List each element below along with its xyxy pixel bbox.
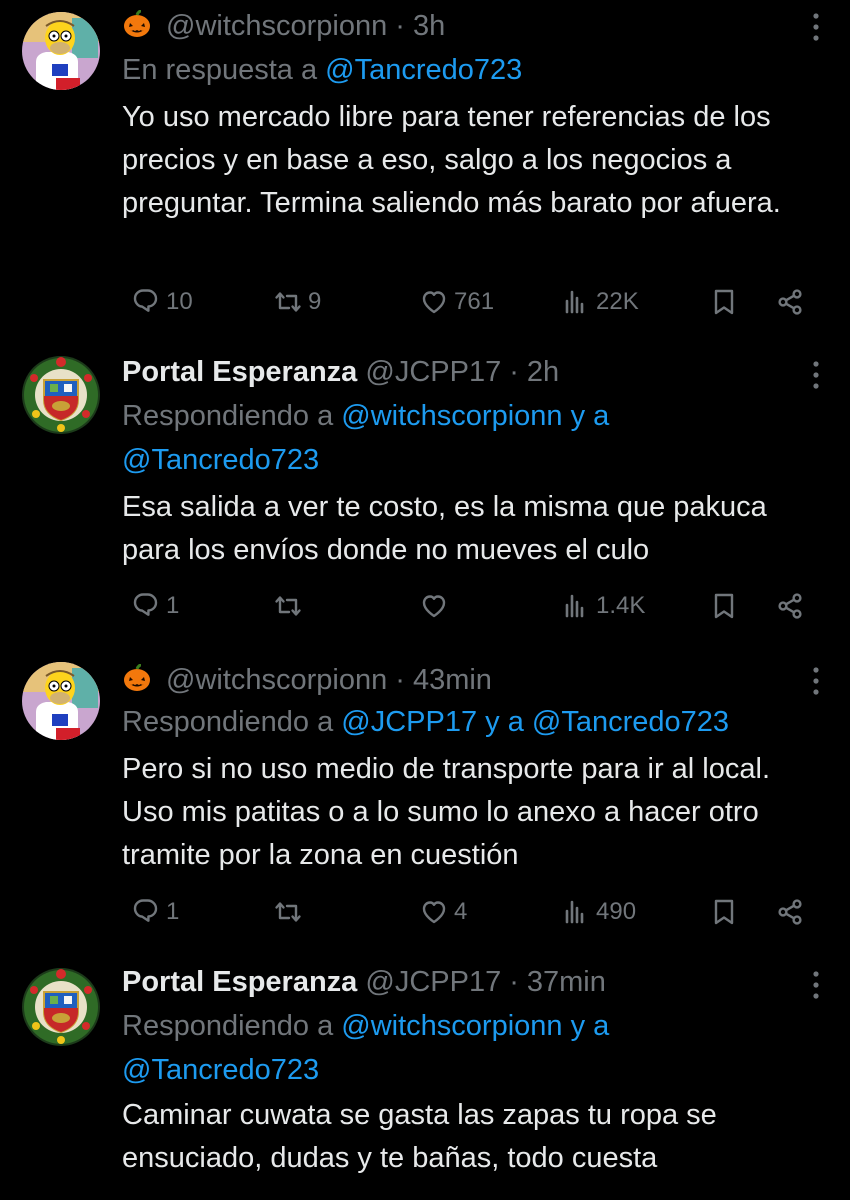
views-button[interactable]: 490 <box>560 892 636 932</box>
tweet-1[interactable]: @witchscorpionn · 3h En respuesta a @Tancr… <box>0 0 850 340</box>
bookmark-icon <box>714 899 734 925</box>
tweet-text: Pero si no uso medio de transporte para … <box>122 753 771 871</box>
tweet-header: @witchscorpionn · 43min <box>122 662 790 698</box>
reply-icon <box>133 289 158 312</box>
share-icon <box>778 593 802 619</box>
tweet-time[interactable]: 3h <box>413 10 445 42</box>
reply-prefix: Respondiendo a <box>122 400 334 432</box>
bookmark-icon <box>714 593 734 619</box>
heart-icon <box>422 291 446 314</box>
separator-dot: · <box>509 966 519 998</box>
separator-dot: · <box>395 664 405 696</box>
reply-count: 10 <box>166 288 193 315</box>
retweet-button[interactable] <box>272 586 308 626</box>
tweet-time[interactable]: 43min <box>413 664 492 696</box>
like-count: 4 <box>454 898 468 925</box>
retweet-icon <box>275 596 301 616</box>
bookmark-button[interactable] <box>708 586 740 626</box>
views-button[interactable]: 1.4K <box>560 586 645 626</box>
retweet-button[interactable] <box>272 892 308 932</box>
tweet-handle[interactable]: @JCPP17 <box>365 356 501 388</box>
reply-prefix: Respondiendo a <box>122 1010 334 1042</box>
tweet-text: Esa salida a ver te costo, es la misma q… <box>122 491 767 566</box>
reply-icon <box>133 899 158 922</box>
bookmark-button[interactable] <box>708 892 740 932</box>
like-count: 761 <box>454 288 495 315</box>
retweet-count: 9 <box>308 288 322 315</box>
tweet-header: Portal Esperanza @JCPP17 · 37min <box>122 964 790 1000</box>
bookmark-icon <box>714 289 734 315</box>
tweet-time[interactable]: 2h <box>527 356 559 388</box>
tweet-time[interactable]: 37min <box>527 966 606 998</box>
share-button[interactable] <box>774 586 806 626</box>
views-icon <box>565 900 584 924</box>
reply-context: Respondiendo a @JCPP17 y a @Tancredo723 <box>122 700 820 744</box>
reply-button[interactable]: 10 <box>130 282 193 322</box>
like-button[interactable] <box>418 586 454 626</box>
views-count: 22K <box>596 288 639 315</box>
reply-mention-link[interactable]: @Tancredo723 <box>325 54 522 86</box>
more-options-icon[interactable] <box>812 970 820 1000</box>
separator-dot: · <box>395 10 405 42</box>
display-name[interactable]: Portal Esperanza <box>122 356 357 388</box>
tweet-text: Caminar cuwata se gasta las zapas tu rop… <box>122 1099 717 1174</box>
display-name[interactable]: Portal Esperanza <box>122 966 357 998</box>
pumpkin-icon <box>122 10 152 38</box>
share-button[interactable] <box>774 282 806 322</box>
more-options-icon[interactable] <box>812 666 820 696</box>
reply-button[interactable]: 1 <box>130 892 179 932</box>
reply-mention-link[interactable]: @witchscorpionn y a <box>341 400 609 432</box>
reply-context: Respondiendo a @witchscorpionn y a @Tanc… <box>122 394 820 482</box>
more-options-icon[interactable] <box>812 12 820 42</box>
tweet-3[interactable]: @witchscorpionn · 43min Respondiendo a @JC… <box>0 650 850 950</box>
like-button[interactable]: 4 <box>418 892 467 932</box>
bookmark-button[interactable] <box>708 282 740 322</box>
tweet-handle[interactable]: @JCPP17 <box>365 966 501 998</box>
views-button[interactable]: 22K <box>560 282 639 322</box>
reply-context: Respondiendo a @witchscorpionn y a @Tanc… <box>122 1004 820 1092</box>
more-options-icon[interactable] <box>812 360 820 390</box>
homer-avatar[interactable] <box>22 12 100 90</box>
reply-mention-link[interactable]: @witchscorpionn y a <box>341 1010 609 1042</box>
retweet-button[interactable]: 9 <box>272 282 321 322</box>
retweet-icon <box>275 292 301 312</box>
reply-mention-link[interactable]: @JCPP17 y a @Tancredo723 <box>341 706 729 738</box>
tweet-4[interactable]: Portal Esperanza @JCPP17 · 37min Respondie… <box>0 950 850 1200</box>
views-count: 490 <box>596 898 637 925</box>
heart-icon <box>422 595 446 618</box>
wreath-avatar[interactable] <box>22 356 100 434</box>
views-count: 1.4K <box>596 592 646 619</box>
tweet-handle[interactable]: @witchscorpionn <box>166 664 387 696</box>
reply-count: 1 <box>166 592 180 619</box>
tweet-header: Portal Esperanza @JCPP17 · 2h <box>122 354 790 390</box>
action-bar: 10 9 761 22K <box>122 282 812 322</box>
reply-mention-link[interactable]: @Tancredo723 <box>122 1054 319 1086</box>
share-icon <box>778 289 802 315</box>
like-button[interactable]: 761 <box>418 282 494 322</box>
views-icon <box>565 290 584 314</box>
reply-mention-link[interactable]: @Tancredo723 <box>122 444 319 476</box>
wreath-avatar[interactable] <box>22 968 100 1046</box>
homer-avatar[interactable] <box>22 662 100 740</box>
reply-prefix: Respondiendo a <box>122 706 334 738</box>
reply-icon <box>133 593 158 616</box>
tweet-handle[interactable]: @witchscorpionn <box>166 10 387 42</box>
tweet-header: @witchscorpionn · 3h <box>122 8 790 44</box>
separator-dot: · <box>509 356 519 388</box>
tweet-text: Yo uso mercado libre para tener referenc… <box>122 101 781 219</box>
pumpkin-icon <box>122 664 152 692</box>
action-bar: 1 4 490 <box>122 892 812 932</box>
reply-prefix: En respuesta a <box>122 54 318 86</box>
retweet-icon <box>275 902 301 922</box>
reply-count: 1 <box>166 898 180 925</box>
heart-icon <box>422 901 446 924</box>
tweet-2[interactable]: Portal Esperanza @JCPP17 · 2h Respondiendo… <box>0 340 850 650</box>
reply-button[interactable]: 1 <box>130 586 179 626</box>
views-icon <box>565 594 584 618</box>
reply-context: En respuesta a @Tancredo723 <box>122 48 820 92</box>
share-icon <box>778 899 802 925</box>
action-bar: 1 1.4K <box>122 586 812 626</box>
share-button[interactable] <box>774 892 806 932</box>
